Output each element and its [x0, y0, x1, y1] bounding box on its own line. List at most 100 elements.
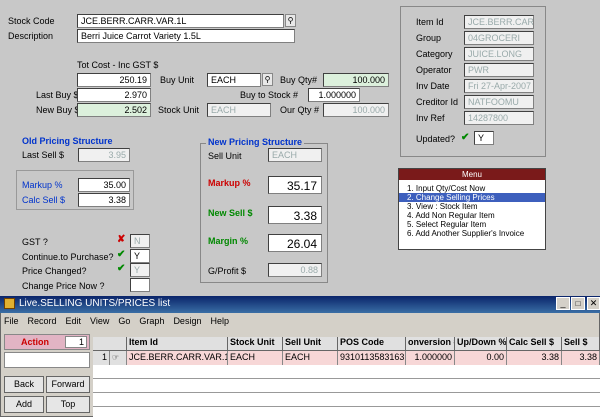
col-conversion[interactable]: onversion #	[406, 337, 455, 351]
continue-label: Continue.to Purchase?	[22, 252, 114, 262]
old-markup-input[interactable]: 35.00	[78, 178, 130, 192]
add-button[interactable]: Add	[4, 396, 44, 413]
tot-cost-input[interactable]: 250.19	[77, 73, 151, 87]
minimize-button[interactable]: _	[556, 297, 570, 310]
buy-qty-label: Buy Qty#	[280, 75, 318, 85]
continue-field[interactable]: Y	[130, 249, 150, 263]
gst-field: N	[130, 234, 150, 248]
new-buy-input[interactable]: 2.502	[77, 103, 151, 117]
forward-button[interactable]: Forward	[46, 376, 90, 393]
sell-unit-label: Sell Unit	[208, 151, 242, 161]
stock-code-input[interactable]: JCE.BERR.CARR.VAR.1L	[77, 14, 284, 28]
updated-check-icon: ✔	[461, 132, 470, 143]
new-markup-input[interactable]: 35.17	[268, 176, 322, 194]
creditor-label: Creditor Id	[416, 97, 459, 107]
buy-to-stock-input[interactable]: 1.000000	[308, 88, 360, 102]
menu-item-add-invoice[interactable]: 6. Add Another Supplier's Invoice	[399, 229, 545, 238]
maximize-button[interactable]: □	[571, 297, 585, 310]
new-markup-label: Markup %	[208, 178, 251, 188]
group-field: 04GROCERI	[464, 31, 534, 45]
menu-help[interactable]: Help	[210, 314, 229, 328]
col-calc-sell[interactable]: Calc Sell $	[507, 337, 562, 351]
our-qty-label: Our Qty #	[280, 105, 320, 115]
action-input[interactable]	[4, 352, 90, 368]
tot-cost-title: Tot Cost - Inc GST $	[77, 60, 159, 70]
menu-item-change-prices[interactable]: 2. Change Selling Prices	[399, 193, 545, 202]
category-field: JUICE.LONG	[464, 47, 534, 61]
last-sell-field: 3.95	[78, 148, 130, 162]
group-label: Group	[416, 33, 442, 43]
menu-item-add-non-regular[interactable]: 4. Add Non Regular Item	[399, 211, 545, 220]
price-changed-field: Y	[130, 263, 150, 277]
menu-go[interactable]: Go	[118, 314, 130, 328]
change-now-label: Change Price Now ?	[22, 281, 105, 291]
stock-code-label: Stock Code	[8, 16, 55, 26]
calc-sell-label: Calc Sell $	[22, 195, 66, 205]
old-markup-label: Markup %	[22, 180, 63, 190]
price-changed-label: Price Changed?	[22, 266, 87, 276]
menu-item-input-qty[interactable]: 1. Input Qty/Cost Now	[399, 184, 545, 193]
col-stock-unit[interactable]: Stock Unit	[228, 337, 283, 351]
new-sell-input[interactable]: 3.38	[268, 206, 322, 224]
col-up-down[interactable]: Up/Down %	[455, 337, 507, 351]
menu-edit[interactable]: Edit	[66, 314, 82, 328]
calc-sell-input[interactable]: 3.38	[78, 193, 130, 207]
menu-record[interactable]: Record	[28, 314, 57, 328]
cell-item-id[interactable]: JCE.BERR.CARR.VAR.1I	[127, 351, 228, 365]
cell-sell-unit[interactable]: EACH	[283, 351, 338, 365]
description-input[interactable]: Berri Juice Carrot Variety 1.5L	[77, 29, 295, 43]
menu-panel: Menu 1. Input Qty/Cost Now 2. Change Sel…	[398, 168, 546, 250]
last-sell-label: Last Sell $	[22, 150, 65, 160]
new-pricing-title: New Pricing Structure	[206, 137, 305, 147]
description-label: Description	[8, 31, 54, 41]
cell-up-down[interactable]: 0.00	[455, 351, 507, 365]
buy-unit-search-icon[interactable]: ⚲	[262, 73, 273, 86]
cell-conversion[interactable]: 1.000000	[406, 351, 455, 365]
col-sell-unit[interactable]: Sell Unit	[283, 337, 338, 351]
our-qty-input: 100.000	[323, 103, 389, 117]
buy-unit-input[interactable]: EACH	[207, 73, 261, 87]
gprofit-field: 0.88	[268, 263, 322, 277]
stock-unit-input: EACH	[207, 103, 271, 117]
operator-field: PWR	[464, 63, 534, 77]
menu-graph[interactable]: Graph	[139, 314, 164, 328]
app-icon	[4, 298, 15, 309]
top-button[interactable]: Top	[46, 396, 90, 413]
continue-check-icon: ✔	[117, 249, 126, 260]
window-titlebar: Live.SELLING UNITS/PRICES list _ □ ✕	[0, 296, 600, 313]
inv-ref-label: Inv Ref	[416, 113, 445, 123]
buy-qty-input[interactable]: 100.000	[323, 73, 389, 87]
col-item-id[interactable]: Item Id	[127, 337, 228, 351]
menu-design[interactable]: Design	[173, 314, 201, 328]
change-now-field[interactable]	[130, 278, 150, 292]
back-button[interactable]: Back	[4, 376, 44, 393]
inv-date-field: Fri 27-Apr-2007	[464, 79, 534, 93]
menu-file[interactable]: File	[4, 314, 19, 328]
menu-item-select-regular[interactable]: 5. Select Regular Item	[399, 220, 545, 229]
menu-item-view-stock[interactable]: 3. View : Stock Item	[399, 202, 545, 211]
margin-input[interactable]: 26.04	[268, 234, 322, 252]
updated-field[interactable]: Y	[474, 131, 494, 145]
sell-unit-field: EACH	[268, 148, 322, 162]
action-bar: Action 1	[4, 334, 90, 350]
row-number: 1	[93, 351, 110, 365]
close-button[interactable]: ✕	[587, 297, 600, 310]
cell-sell[interactable]: 3.38	[562, 351, 600, 365]
cell-calc-sell[interactable]: 3.38	[507, 351, 562, 365]
cell-stock-unit[interactable]: EACH	[228, 351, 283, 365]
action-count: 1	[65, 336, 87, 348]
grid-corner	[93, 337, 127, 351]
new-sell-label: New Sell $	[208, 208, 253, 218]
last-buy-input[interactable]: 2.970	[77, 88, 151, 102]
last-buy-label: Last Buy $	[36, 90, 79, 100]
menubar: File Record Edit View Go Graph Design He…	[0, 314, 600, 328]
col-sell[interactable]: Sell $	[562, 337, 600, 351]
stock-code-search-icon[interactable]: ⚲	[285, 14, 296, 27]
operator-label: Operator	[416, 65, 452, 75]
row-pointer-icon: ☞	[110, 351, 127, 365]
menu-view[interactable]: View	[90, 314, 109, 328]
menu-title: Menu	[399, 169, 545, 180]
col-pos-code[interactable]: POS Code	[338, 337, 406, 351]
grid-empty-rows	[93, 365, 600, 417]
cell-pos-code[interactable]: 9310113583163	[338, 351, 406, 365]
